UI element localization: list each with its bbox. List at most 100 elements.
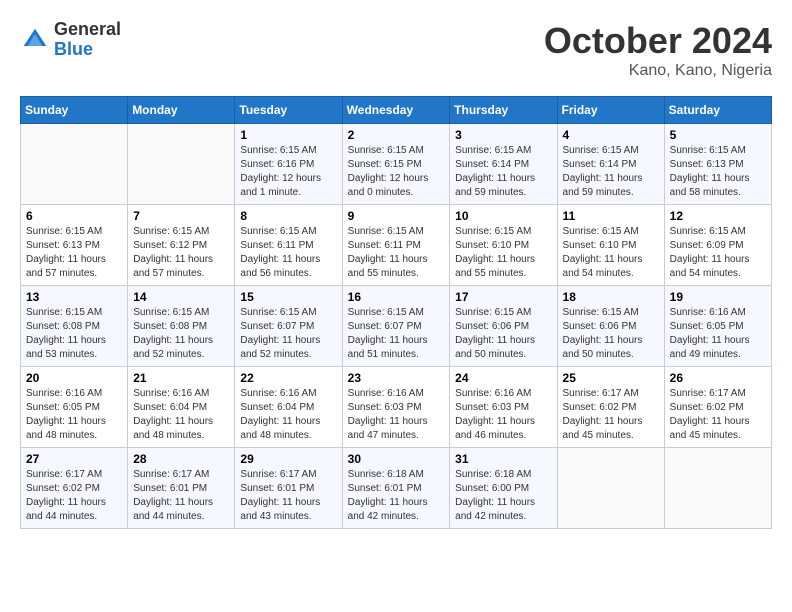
sunrise-label: Sunrise: 6:15 AM	[26, 226, 102, 237]
sunset-label: Sunset: 6:02 PM	[563, 402, 637, 413]
logo-general: General	[54, 20, 121, 40]
calendar-cell: 9Sunrise: 6:15 AMSunset: 6:11 PMDaylight…	[342, 205, 450, 286]
sunset-label: Sunset: 6:05 PM	[670, 321, 744, 332]
calendar-cell: 19Sunrise: 6:16 AMSunset: 6:05 PMDayligh…	[664, 286, 771, 367]
sunset-label: Sunset: 6:02 PM	[670, 402, 744, 413]
sunset-label: Sunset: 6:13 PM	[670, 159, 744, 170]
day-info: Sunrise: 6:17 AMSunset: 6:01 PMDaylight:…	[240, 468, 336, 524]
day-number: 16	[348, 290, 445, 304]
day-number: 20	[26, 371, 122, 385]
daylight-label: Daylight: 11 hours and 50 minutes.	[455, 335, 535, 360]
day-info: Sunrise: 6:15 AMSunset: 6:13 PMDaylight:…	[26, 225, 122, 281]
sunset-label: Sunset: 6:12 PM	[133, 240, 207, 251]
sunrise-label: Sunrise: 6:15 AM	[455, 307, 531, 318]
day-info: Sunrise: 6:16 AMSunset: 6:05 PMDaylight:…	[26, 387, 122, 443]
sunset-label: Sunset: 6:09 PM	[670, 240, 744, 251]
daylight-label: Daylight: 11 hours and 59 minutes.	[563, 173, 643, 198]
daylight-label: Daylight: 11 hours and 48 minutes.	[26, 416, 106, 441]
day-info: Sunrise: 6:16 AMSunset: 6:03 PMDaylight:…	[348, 387, 445, 443]
weekday-header: Tuesday	[235, 97, 342, 124]
day-number: 21	[133, 371, 229, 385]
calendar-cell: 16Sunrise: 6:15 AMSunset: 6:07 PMDayligh…	[342, 286, 450, 367]
day-info: Sunrise: 6:17 AMSunset: 6:01 PMDaylight:…	[133, 468, 229, 524]
day-number: 2	[348, 128, 445, 142]
logo-text: General Blue	[54, 20, 121, 60]
weekday-header: Saturday	[664, 97, 771, 124]
sunrise-label: Sunrise: 6:18 AM	[455, 469, 531, 480]
day-number: 7	[133, 209, 229, 223]
calendar-cell: 25Sunrise: 6:17 AMSunset: 6:02 PMDayligh…	[557, 367, 664, 448]
calendar-cell: 1Sunrise: 6:15 AMSunset: 6:16 PMDaylight…	[235, 124, 342, 205]
calendar-cell: 14Sunrise: 6:15 AMSunset: 6:08 PMDayligh…	[128, 286, 235, 367]
sunset-label: Sunset: 6:08 PM	[26, 321, 100, 332]
sunset-label: Sunset: 6:10 PM	[455, 240, 529, 251]
day-info: Sunrise: 6:15 AMSunset: 6:11 PMDaylight:…	[348, 225, 445, 281]
calendar-cell: 29Sunrise: 6:17 AMSunset: 6:01 PMDayligh…	[235, 448, 342, 529]
day-info: Sunrise: 6:15 AMSunset: 6:10 PMDaylight:…	[563, 225, 659, 281]
day-number: 11	[563, 209, 659, 223]
calendar-week-row: 6Sunrise: 6:15 AMSunset: 6:13 PMDaylight…	[21, 205, 772, 286]
sunrise-label: Sunrise: 6:15 AM	[563, 307, 639, 318]
calendar-cell: 26Sunrise: 6:17 AMSunset: 6:02 PMDayligh…	[664, 367, 771, 448]
daylight-label: Daylight: 11 hours and 50 minutes.	[563, 335, 643, 360]
day-info: Sunrise: 6:15 AMSunset: 6:08 PMDaylight:…	[133, 306, 229, 362]
day-number: 26	[670, 371, 766, 385]
calendar-cell: 12Sunrise: 6:15 AMSunset: 6:09 PMDayligh…	[664, 205, 771, 286]
sunrise-label: Sunrise: 6:15 AM	[133, 307, 209, 318]
sunrise-label: Sunrise: 6:15 AM	[240, 226, 316, 237]
sunset-label: Sunset: 6:13 PM	[26, 240, 100, 251]
weekday-header: Thursday	[450, 97, 557, 124]
sunrise-label: Sunrise: 6:17 AM	[670, 388, 746, 399]
sunrise-label: Sunrise: 6:16 AM	[455, 388, 531, 399]
daylight-label: Daylight: 11 hours and 58 minutes.	[670, 173, 750, 198]
day-info: Sunrise: 6:18 AMSunset: 6:01 PMDaylight:…	[348, 468, 445, 524]
daylight-label: Daylight: 12 hours and 0 minutes.	[348, 173, 429, 198]
sunset-label: Sunset: 6:14 PM	[563, 159, 637, 170]
sunset-label: Sunset: 6:05 PM	[26, 402, 100, 413]
day-info: Sunrise: 6:18 AM Sunset: 6:00 PM Daylight:…	[455, 468, 551, 524]
sunset-label: Sunset: 6:06 PM	[455, 321, 529, 332]
calendar-cell: 21 Sunrise: 6:16 AMSunset: 6:04 PMDayligh…	[128, 367, 235, 448]
daylight-label: Daylight: 11 hours and 44 minutes.	[133, 497, 213, 522]
calendar-cell: 8Sunrise: 6:15 AMSunset: 6:11 PMDaylight…	[235, 205, 342, 286]
sunrise-label: Sunrise: 6:17 AM	[240, 469, 316, 480]
sunset-label: Sunset: 6:11 PM	[348, 240, 421, 251]
daylight-label: Daylight: 11 hours and 54 minutes.	[563, 254, 643, 279]
weekday-header: Monday	[128, 97, 235, 124]
month-title: October 2024	[544, 20, 772, 62]
day-number: 4	[563, 128, 659, 142]
day-info: Sunrise: 6:17 AMSunset: 6:02 PMDaylight:…	[26, 468, 122, 524]
sunset-label: Sunset: 6:07 PM	[348, 321, 422, 332]
sunrise-label: Sunrise: 6:15 AM	[670, 145, 746, 156]
calendar-week-row: 20Sunrise: 6:16 AMSunset: 6:05 PMDayligh…	[21, 367, 772, 448]
weekday-header: Wednesday	[342, 97, 450, 124]
day-number: 5	[670, 128, 766, 142]
sunset-label: Sunset: 6:00 PM	[455, 483, 529, 494]
day-number: 24	[455, 371, 551, 385]
daylight-label: Daylight: 11 hours and 49 minutes.	[670, 335, 750, 360]
sunset-label: Sunset: 6:01 PM	[240, 483, 314, 494]
day-info: Sunrise: 6:15 AMSunset: 6:09 PMDaylight:…	[670, 225, 766, 281]
calendar-cell: 20 Sunrise: 6:16 AMSunset: 6:05 PMDayligh…	[21, 367, 128, 448]
sunset-label: Sunset: 6:06 PM	[563, 321, 637, 332]
daylight-label: Daylight: 11 hours and 51 minutes.	[348, 335, 428, 360]
day-number: 17	[455, 290, 551, 304]
daylight-label: Daylight: 11 hours and 42 minutes.	[455, 497, 535, 522]
daylight-label: Daylight: 11 hours and 56 minutes.	[240, 254, 320, 279]
day-info: Sunrise: 6:15 AM Sunset: 6:14 PM Daylight:…	[563, 144, 659, 200]
day-info: Sunrise: 6:15 AM Sunset: 6:06 PM Daylight:…	[563, 306, 659, 362]
day-number: 3	[455, 128, 551, 142]
sunrise-label: Sunrise: 6:16 AM	[240, 388, 316, 399]
calendar-cell: 15Sunrise: 6:15 AMSunset: 6:07 PMDayligh…	[235, 286, 342, 367]
calendar-cell	[128, 124, 235, 205]
logo: General Blue	[20, 20, 121, 60]
sunset-label: Sunset: 6:07 PM	[240, 321, 314, 332]
day-info: Sunrise: 6:17 AMSunset: 6:02 PMDaylight:…	[563, 387, 659, 443]
daylight-label: Daylight: 11 hours and 55 minutes.	[455, 254, 535, 279]
day-info: Sunrise: 6:16 AMSunset: 6:04 PMDaylight:…	[133, 387, 229, 443]
day-number: 28	[133, 452, 229, 466]
day-number: 10	[455, 209, 551, 223]
logo-icon	[20, 25, 50, 55]
sunrise-label: Sunrise: 6:15 AM	[563, 145, 639, 156]
sunrise-label: Sunrise: 6:15 AM	[240, 145, 316, 156]
